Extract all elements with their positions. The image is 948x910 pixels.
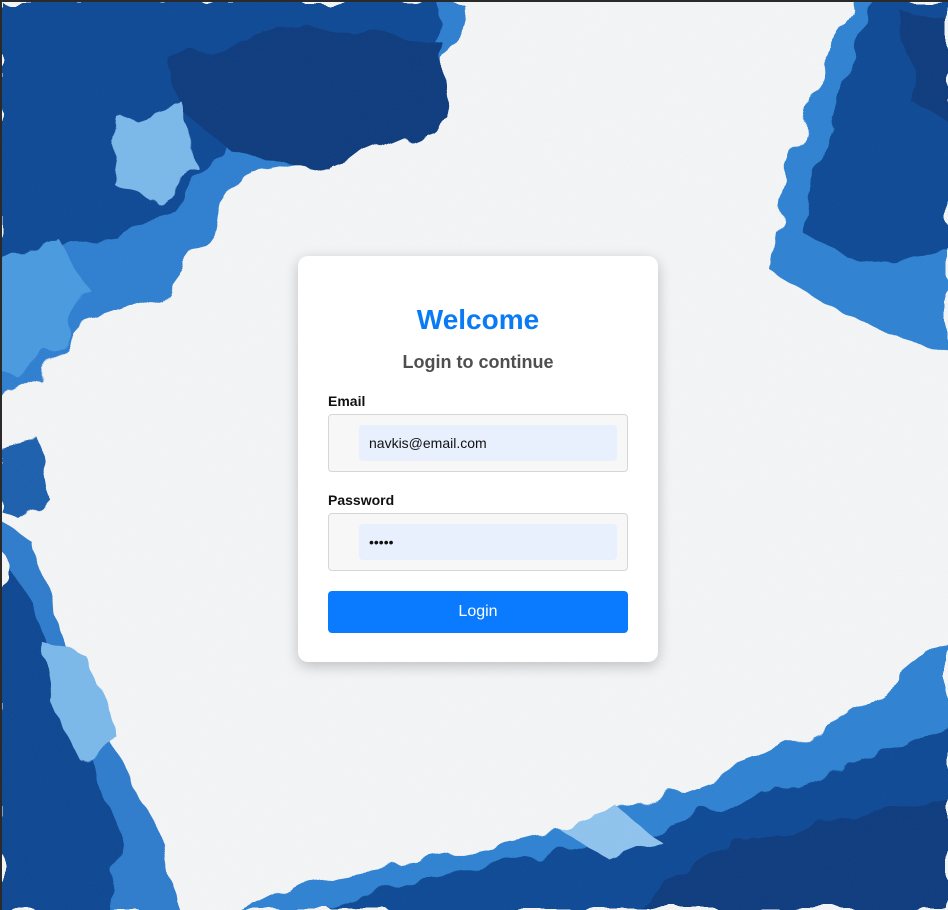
email-field-container [328, 414, 628, 472]
login-card: Welcome Login to continue Email Password… [298, 256, 658, 662]
login-button[interactable]: Login [328, 591, 628, 633]
page-subtitle: Login to continue [402, 352, 554, 372]
window-top-border [0, 0, 948, 2]
window-left-border [0, 0, 2, 910]
password-label: Password [328, 492, 395, 508]
password-field[interactable] [359, 524, 617, 560]
email-label: Email [328, 393, 366, 409]
email-field[interactable] [359, 425, 617, 461]
page-title: Welcome [416, 304, 540, 335]
password-field-container [328, 513, 628, 571]
